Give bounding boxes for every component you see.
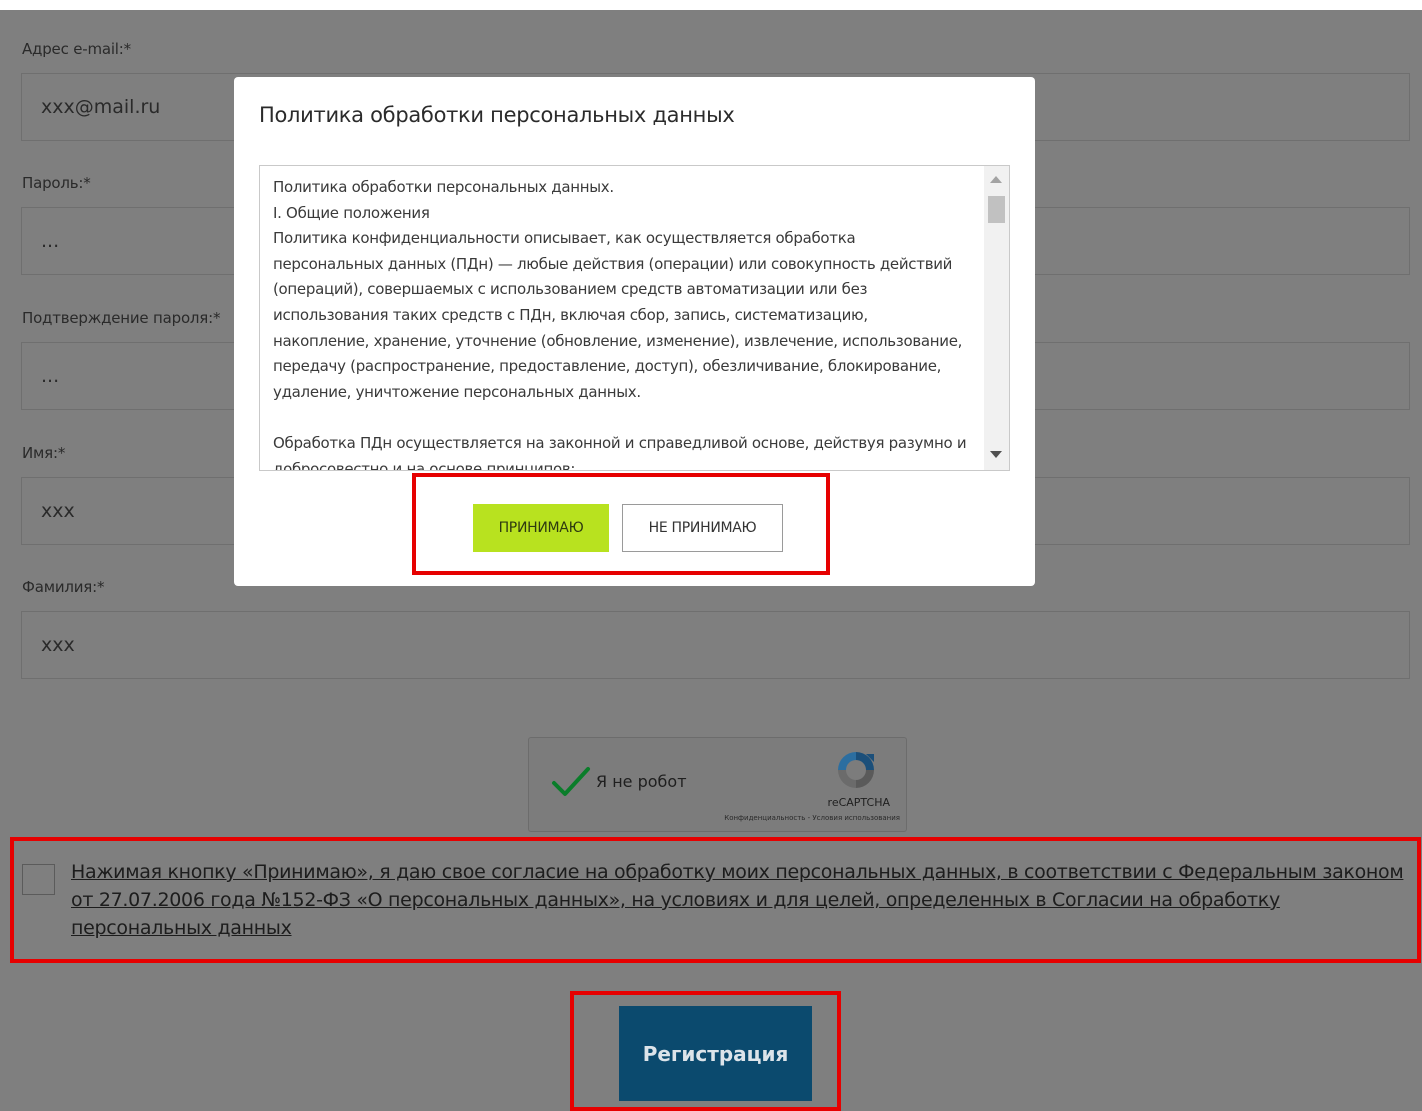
scroll-up-arrow-icon[interactable] xyxy=(990,176,1002,183)
policy-line: I. Общие положения xyxy=(273,203,430,222)
register-button[interactable]: Регистрация xyxy=(619,1006,812,1101)
consent-link[interactable]: Нажимая кнопку «Принимаю», я даю свое со… xyxy=(71,858,1411,942)
last-name-label: Фамилия:* xyxy=(22,578,105,596)
recaptcha-logo-icon xyxy=(838,752,874,788)
checkmark-icon xyxy=(552,767,590,796)
recaptcha-brand: reCAPTCHA xyxy=(827,796,890,809)
recaptcha-terms[interactable]: Конфиденциальность - Условия использован… xyxy=(724,814,900,822)
modal-title: Политика обработки персональных данных xyxy=(259,103,735,127)
last-name-value: xxx xyxy=(41,634,75,656)
first-name-value: xxx xyxy=(41,500,75,522)
email-value: xxx@mail.ru xyxy=(41,96,161,118)
consent-checkbox[interactable] xyxy=(22,864,55,895)
scroll-thumb[interactable] xyxy=(988,196,1005,223)
policy-line: Политика конфиденциальности описывает, к… xyxy=(273,229,963,401)
recaptcha-label: Я не робот xyxy=(596,772,687,791)
recaptcha-widget[interactable]: Я не робот reCAPTCHA Конфиденциальность … xyxy=(528,737,907,832)
policy-line: Обработка ПДн осуществляется на законной… xyxy=(273,433,967,471)
password-confirm-label: Подтверждение пароля:* xyxy=(22,309,221,327)
password-confirm-value: ... xyxy=(41,365,60,387)
decline-button[interactable]: НЕ ПРИНИМАЮ xyxy=(622,504,783,552)
first-name-label: Имя:* xyxy=(22,444,66,462)
policy-scrollbar[interactable] xyxy=(984,166,1009,470)
policy-scroll-area[interactable]: Политика обработки персональных данных. … xyxy=(259,165,1010,471)
password-label: Пароль:* xyxy=(22,174,91,192)
email-label: Адрес e-mail:* xyxy=(22,40,131,58)
password-value: ... xyxy=(41,230,60,252)
privacy-policy-modal: Политика обработки персональных данных П… xyxy=(234,77,1035,586)
last-name-field[interactable]: xxx xyxy=(21,611,1410,679)
policy-text: Политика обработки персональных данных. … xyxy=(273,175,968,471)
scroll-down-arrow-icon[interactable] xyxy=(990,451,1002,458)
accept-button[interactable]: ПРИНИМАЮ xyxy=(473,504,609,552)
policy-line: Политика обработки персональных данных. xyxy=(273,178,614,196)
policy-gap xyxy=(273,405,968,431)
